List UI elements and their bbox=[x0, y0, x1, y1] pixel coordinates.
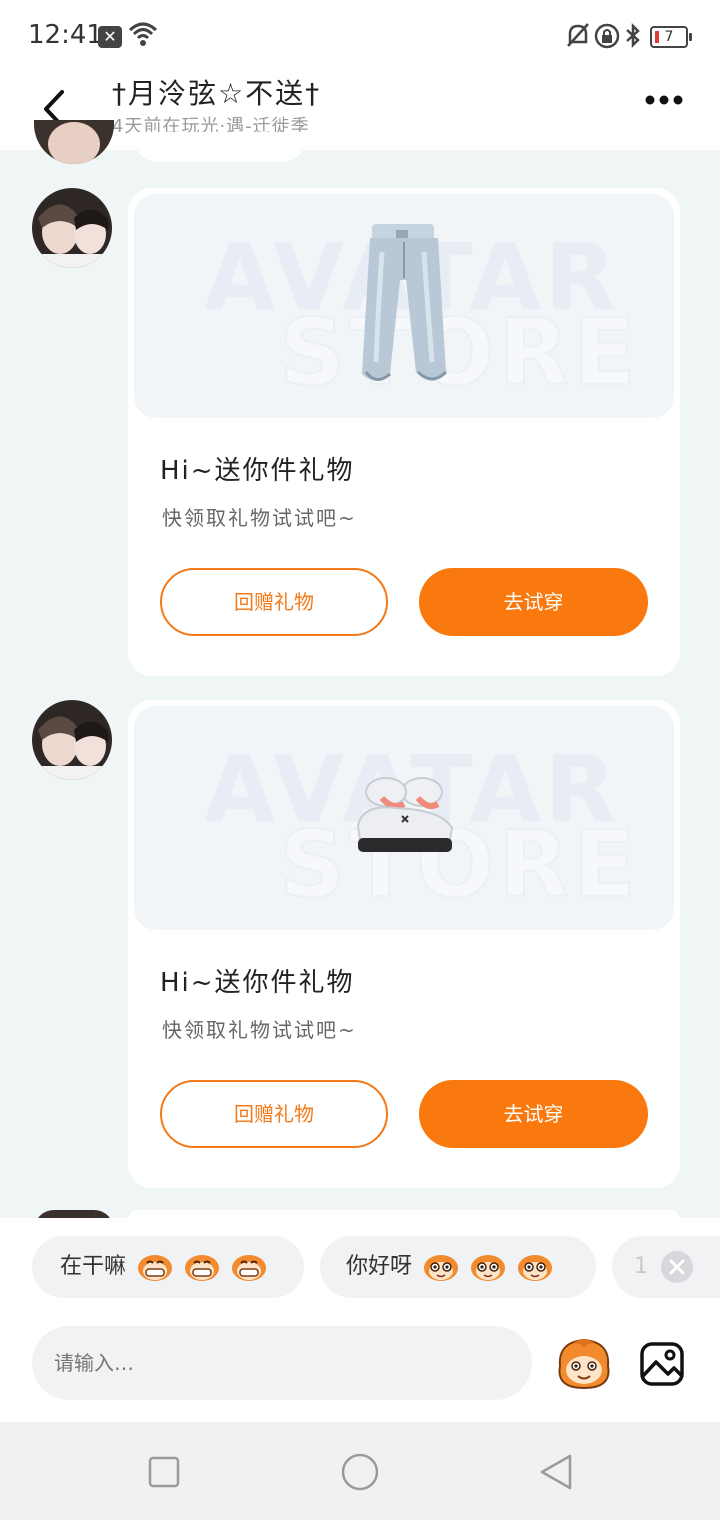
gift-image[interactable]: AVATAR STORE bbox=[134, 706, 674, 930]
avatar[interactable] bbox=[32, 700, 112, 780]
wifi-icon bbox=[128, 22, 158, 46]
back-nav-icon[interactable] bbox=[538, 1452, 574, 1492]
grinning-mascot-icon bbox=[232, 1255, 267, 1281]
try-on-button[interactable]: 去试穿 bbox=[419, 568, 648, 636]
grinning-mascot-icon bbox=[138, 1255, 173, 1281]
battery-icon: 7 bbox=[650, 26, 692, 48]
quick-reply-text: 1 bbox=[634, 1254, 648, 1279]
quick-reply-chip[interactable]: 在干嘛 bbox=[32, 1236, 304, 1298]
return-gift-button[interactable]: 回赠礼物 bbox=[160, 568, 388, 636]
smiling-mascot-icon bbox=[424, 1255, 459, 1281]
gift-card[interactable]: AVATAR STORE Hi~送你件礼物 快领取礼物试试吧~ 回赠礼物 去试穿 bbox=[128, 700, 680, 1188]
return-gift-button[interactable]: 回赠礼物 bbox=[160, 1080, 388, 1148]
watermark-text: STORE bbox=[278, 298, 640, 407]
gift-image[interactable]: AVATAR STORE bbox=[134, 194, 674, 418]
close-icon[interactable] bbox=[660, 1250, 694, 1284]
contact-name: †月泠弦☆不送† bbox=[112, 77, 322, 110]
jeans-icon bbox=[362, 224, 448, 381]
try-on-button[interactable]: 去试穿 bbox=[419, 1080, 648, 1148]
avatar[interactable] bbox=[32, 188, 112, 268]
recent-apps-icon[interactable] bbox=[148, 1456, 180, 1488]
shoes-icon bbox=[356, 777, 454, 852]
grinning-mascot-icon bbox=[185, 1255, 220, 1281]
quick-reply-text: 你好呀 bbox=[346, 1254, 413, 1279]
message-input[interactable] bbox=[32, 1326, 532, 1400]
gift-title: Hi~送你件礼物 bbox=[160, 456, 355, 486]
mute-bell-icon bbox=[567, 23, 589, 47]
avatar[interactable] bbox=[34, 120, 114, 164]
status-time: 12:41 bbox=[28, 20, 103, 50]
gift-description: 快领取礼物试试吧~ bbox=[162, 1018, 357, 1042]
more-options-icon[interactable] bbox=[640, 88, 688, 112]
image-icon[interactable] bbox=[638, 1340, 686, 1388]
smiling-mascot-icon bbox=[471, 1255, 506, 1281]
home-icon[interactable] bbox=[340, 1452, 380, 1492]
sticker-mascot-icon[interactable] bbox=[554, 1336, 614, 1392]
gift-card[interactable]: AVATAR STORE Hi~送你件礼物 快领取礼物试试吧~ 回赠礼物 去试穿 bbox=[128, 188, 680, 676]
gift-title: Hi~送你件礼物 bbox=[160, 968, 355, 998]
smiling-mascot-icon bbox=[518, 1255, 553, 1281]
message-bubble bbox=[134, 132, 306, 162]
gift-description: 快领取礼物试试吧~ bbox=[162, 506, 357, 530]
bluetooth-icon bbox=[626, 22, 640, 49]
quick-reply-text: 在干嘛 bbox=[60, 1254, 127, 1279]
quick-reply-chip[interactable]: 你好呀 bbox=[320, 1236, 596, 1298]
lock-rotation-icon bbox=[594, 23, 620, 49]
notification-icon: ✕ bbox=[98, 26, 122, 48]
